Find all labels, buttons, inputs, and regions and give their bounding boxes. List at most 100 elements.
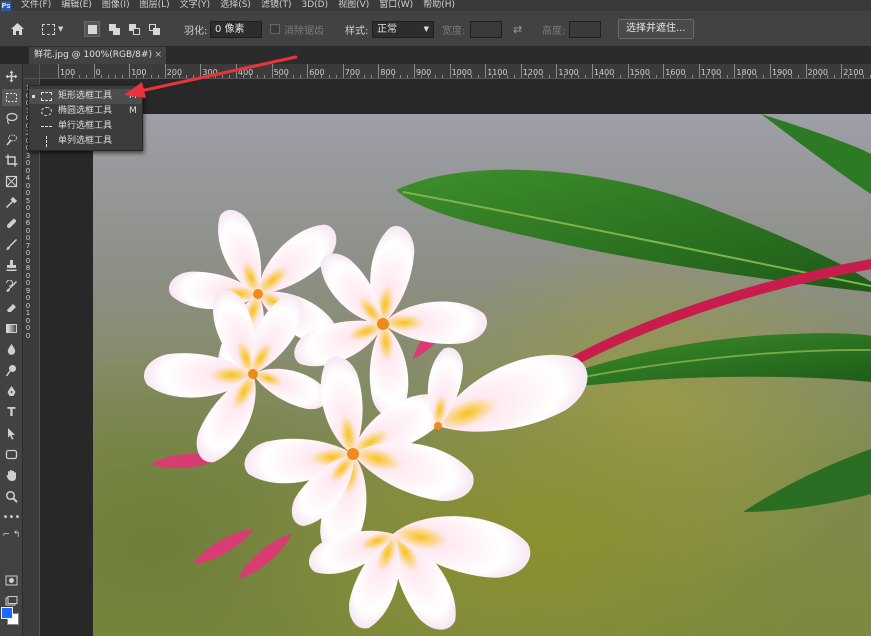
ruler-tick-label: 1500 bbox=[629, 68, 650, 77]
lasso-tool[interactable] bbox=[2, 110, 21, 127]
hand-tool[interactable] bbox=[2, 467, 21, 484]
marquee-tool[interactable] bbox=[2, 89, 21, 106]
ruler-minor-tick bbox=[542, 75, 544, 78]
subtract-from-selection-button[interactable] bbox=[126, 21, 142, 37]
ruler-minor-tick bbox=[855, 75, 857, 78]
menu-image[interactable]: 图像(I) bbox=[102, 0, 130, 11]
path-selection-tool[interactable] bbox=[2, 425, 21, 442]
ruler-minor-tick bbox=[705, 75, 707, 78]
feather-input[interactable]: 0 像素 bbox=[210, 20, 262, 38]
ruler-minor-tick bbox=[791, 75, 793, 78]
canvas-area[interactable] bbox=[41, 80, 871, 636]
quick-select-icon bbox=[6, 134, 17, 146]
menu-layer[interactable]: 图层(L) bbox=[140, 0, 170, 11]
select-and-mask-button[interactable]: 选择并遮住... bbox=[618, 19, 694, 39]
move-tool[interactable] bbox=[2, 68, 21, 85]
menu-type[interactable]: 文字(Y) bbox=[180, 0, 211, 11]
new-selection-button[interactable] bbox=[84, 21, 100, 37]
crop-tool[interactable] bbox=[2, 152, 21, 169]
ruler-minor-tick bbox=[691, 75, 693, 78]
ruler-minor-tick bbox=[300, 75, 302, 78]
menu-filter[interactable]: 滤镜(T) bbox=[261, 0, 292, 11]
history-brush-tool[interactable] bbox=[2, 278, 21, 295]
ruler-minor-tick bbox=[314, 75, 316, 78]
menu-edit[interactable]: 编辑(E) bbox=[61, 0, 92, 11]
ruler-minor-tick bbox=[250, 75, 252, 78]
close-icon[interactable]: × bbox=[154, 47, 162, 64]
ruler-minor-tick bbox=[720, 75, 722, 78]
clone-stamp-tool[interactable] bbox=[2, 257, 21, 274]
quick-mask-button[interactable] bbox=[2, 572, 21, 589]
type-tool[interactable]: T bbox=[2, 404, 21, 421]
add-to-selection-button[interactable] bbox=[106, 21, 122, 37]
ruler-minor-tick bbox=[506, 75, 508, 78]
quick-select-tool[interactable] bbox=[2, 131, 21, 148]
ruler-minor-tick bbox=[677, 75, 679, 78]
flyout-item-rect-marquee[interactable]: 矩形选框工具 M bbox=[29, 89, 142, 104]
shape-tool[interactable] bbox=[2, 446, 21, 463]
ruler-minor-tick bbox=[613, 75, 615, 78]
intersect-selection-button[interactable] bbox=[146, 21, 162, 37]
ruler-minor-tick bbox=[670, 75, 672, 78]
blur-tool[interactable] bbox=[2, 341, 21, 358]
zoom-tool[interactable] bbox=[2, 488, 21, 505]
ruler-minor-tick bbox=[207, 75, 209, 78]
flyout-shortcut: M bbox=[129, 91, 137, 101]
swap-colors-button[interactable]: ⌐ ↰ bbox=[2, 530, 21, 540]
ruler-tick bbox=[485, 64, 487, 78]
screen-mode-button[interactable] bbox=[2, 593, 21, 610]
ruler-origin[interactable] bbox=[23, 64, 40, 79]
ruler-minor-tick bbox=[278, 75, 280, 78]
path-select-icon bbox=[8, 428, 15, 440]
flower-photo[interactable] bbox=[93, 114, 871, 636]
edit-toolbar-button[interactable]: ••• bbox=[2, 509, 21, 526]
home-icon[interactable] bbox=[8, 11, 26, 47]
document-tab[interactable]: 鲜花.jpg @ 100%(RGB/8#) × bbox=[29, 47, 166, 64]
menu-3d[interactable]: 3D(D) bbox=[301, 0, 328, 11]
ruler-minor-tick bbox=[392, 75, 394, 78]
new-selection-icon bbox=[87, 24, 97, 34]
antialias-checkbox[interactable] bbox=[270, 24, 280, 34]
ruler-tick-label: 8 bbox=[25, 264, 31, 272]
ruler-minor-tick bbox=[243, 75, 245, 78]
ruler-minor-tick bbox=[570, 75, 572, 78]
ruler-minor-tick bbox=[741, 75, 743, 78]
ruler-tick-label: 1700 bbox=[700, 68, 722, 77]
ruler-minor-tick bbox=[527, 75, 529, 78]
ruler-minor-tick bbox=[371, 75, 373, 78]
menu-help[interactable]: 帮助(H) bbox=[423, 0, 455, 11]
flyout-item-single-row-marquee[interactable]: 单行选框工具 bbox=[29, 119, 142, 134]
ruler-tick-label: 1300 bbox=[558, 68, 579, 77]
pen-tool[interactable] bbox=[2, 383, 21, 400]
menu-window[interactable]: 窗口(W) bbox=[379, 0, 413, 11]
dodge-tool[interactable] bbox=[2, 362, 21, 379]
ruler-tick bbox=[770, 64, 771, 78]
flyout-item-single-column-marquee[interactable]: 单列选框工具 bbox=[29, 134, 142, 149]
ruler-tick bbox=[449, 64, 451, 78]
ruler-tick bbox=[129, 64, 131, 78]
tool-preset-picker[interactable]: ▼ bbox=[42, 11, 63, 47]
menu-file[interactable]: 文件(F) bbox=[21, 0, 51, 11]
eyedropper-tool[interactable] bbox=[2, 194, 21, 211]
flyout-item-ellipse-marquee[interactable]: 椭圆选框工具 M bbox=[29, 104, 142, 119]
eraser-tool[interactable] bbox=[2, 299, 21, 316]
menu-view[interactable]: 视图(V) bbox=[338, 0, 369, 11]
horizontal-ruler[interactable]: 100 0 100 200 300 400 500 600 700 800 900 1000 1100 1… bbox=[40, 64, 871, 79]
ruler-tick bbox=[342, 64, 344, 78]
swap-icon[interactable]: ⇄ bbox=[513, 23, 522, 36]
menu-select[interactable]: 选择(S) bbox=[220, 0, 251, 11]
ruler-minor-tick bbox=[762, 75, 764, 78]
ruler-tick bbox=[58, 64, 59, 78]
width-input[interactable] bbox=[470, 20, 502, 38]
history-brush-icon bbox=[6, 280, 18, 292]
screen-mode-icon bbox=[5, 596, 18, 606]
height-input[interactable] bbox=[569, 20, 601, 38]
healing-brush-tool[interactable] bbox=[2, 215, 21, 232]
ruler-minor-tick bbox=[428, 75, 430, 78]
brush-tool[interactable] bbox=[2, 236, 21, 253]
gradient-tool[interactable] bbox=[2, 320, 21, 337]
vertical-ruler[interactable]: 1001002003004005006007008009001000 bbox=[23, 79, 40, 636]
style-select[interactable]: 正常 ▼ bbox=[372, 20, 434, 38]
frame-tool[interactable] bbox=[2, 173, 21, 190]
ruler-minor-tick bbox=[221, 75, 223, 78]
